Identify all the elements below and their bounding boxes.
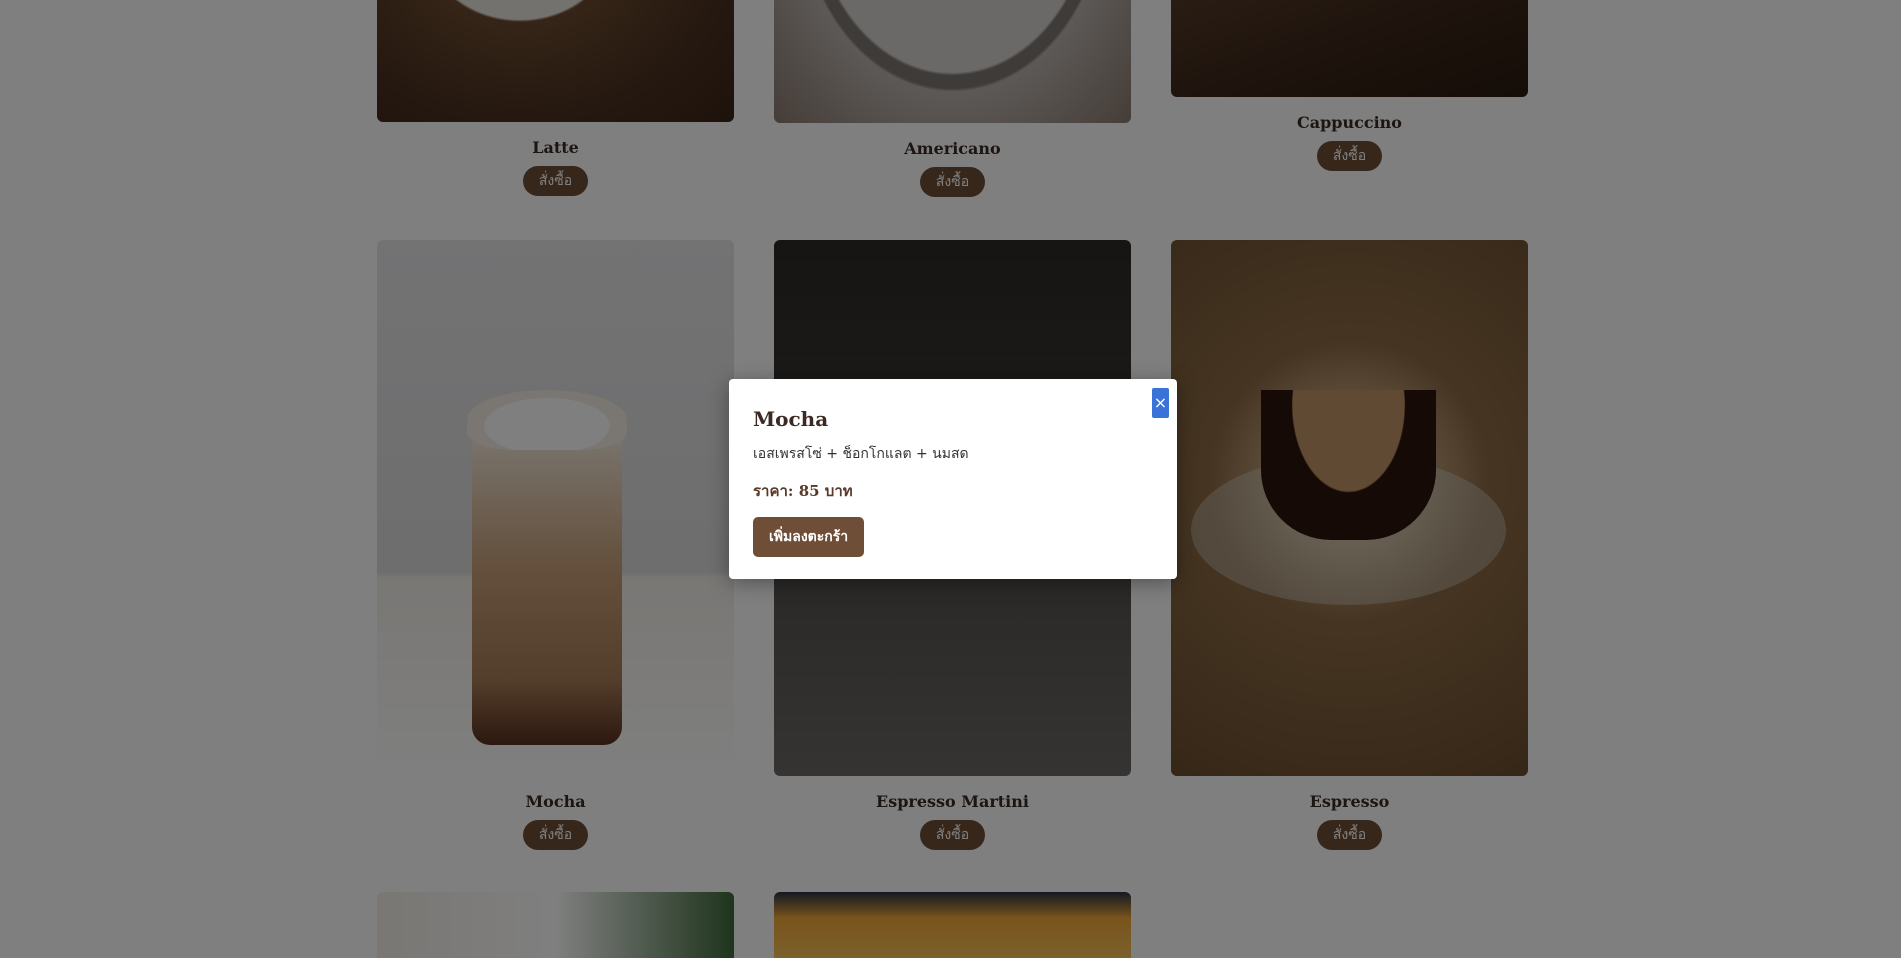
modal-title: Mocha bbox=[753, 407, 829, 431]
close-button[interactable]: × bbox=[1152, 388, 1169, 418]
product-detail-modal: × Mocha เอสเพรสโซ่ + ช็อกโกแลต + นมสด รา… bbox=[729, 379, 1177, 579]
close-icon: × bbox=[1153, 393, 1168, 412]
add-to-cart-button[interactable]: เพิ่มลงตะกร้า bbox=[753, 517, 865, 557]
modal-price: ราคา: 85 บาท bbox=[753, 482, 853, 500]
modal-description: เอสเพรสโซ่ + ช็อกโกแลต + นมสด bbox=[753, 446, 969, 462]
